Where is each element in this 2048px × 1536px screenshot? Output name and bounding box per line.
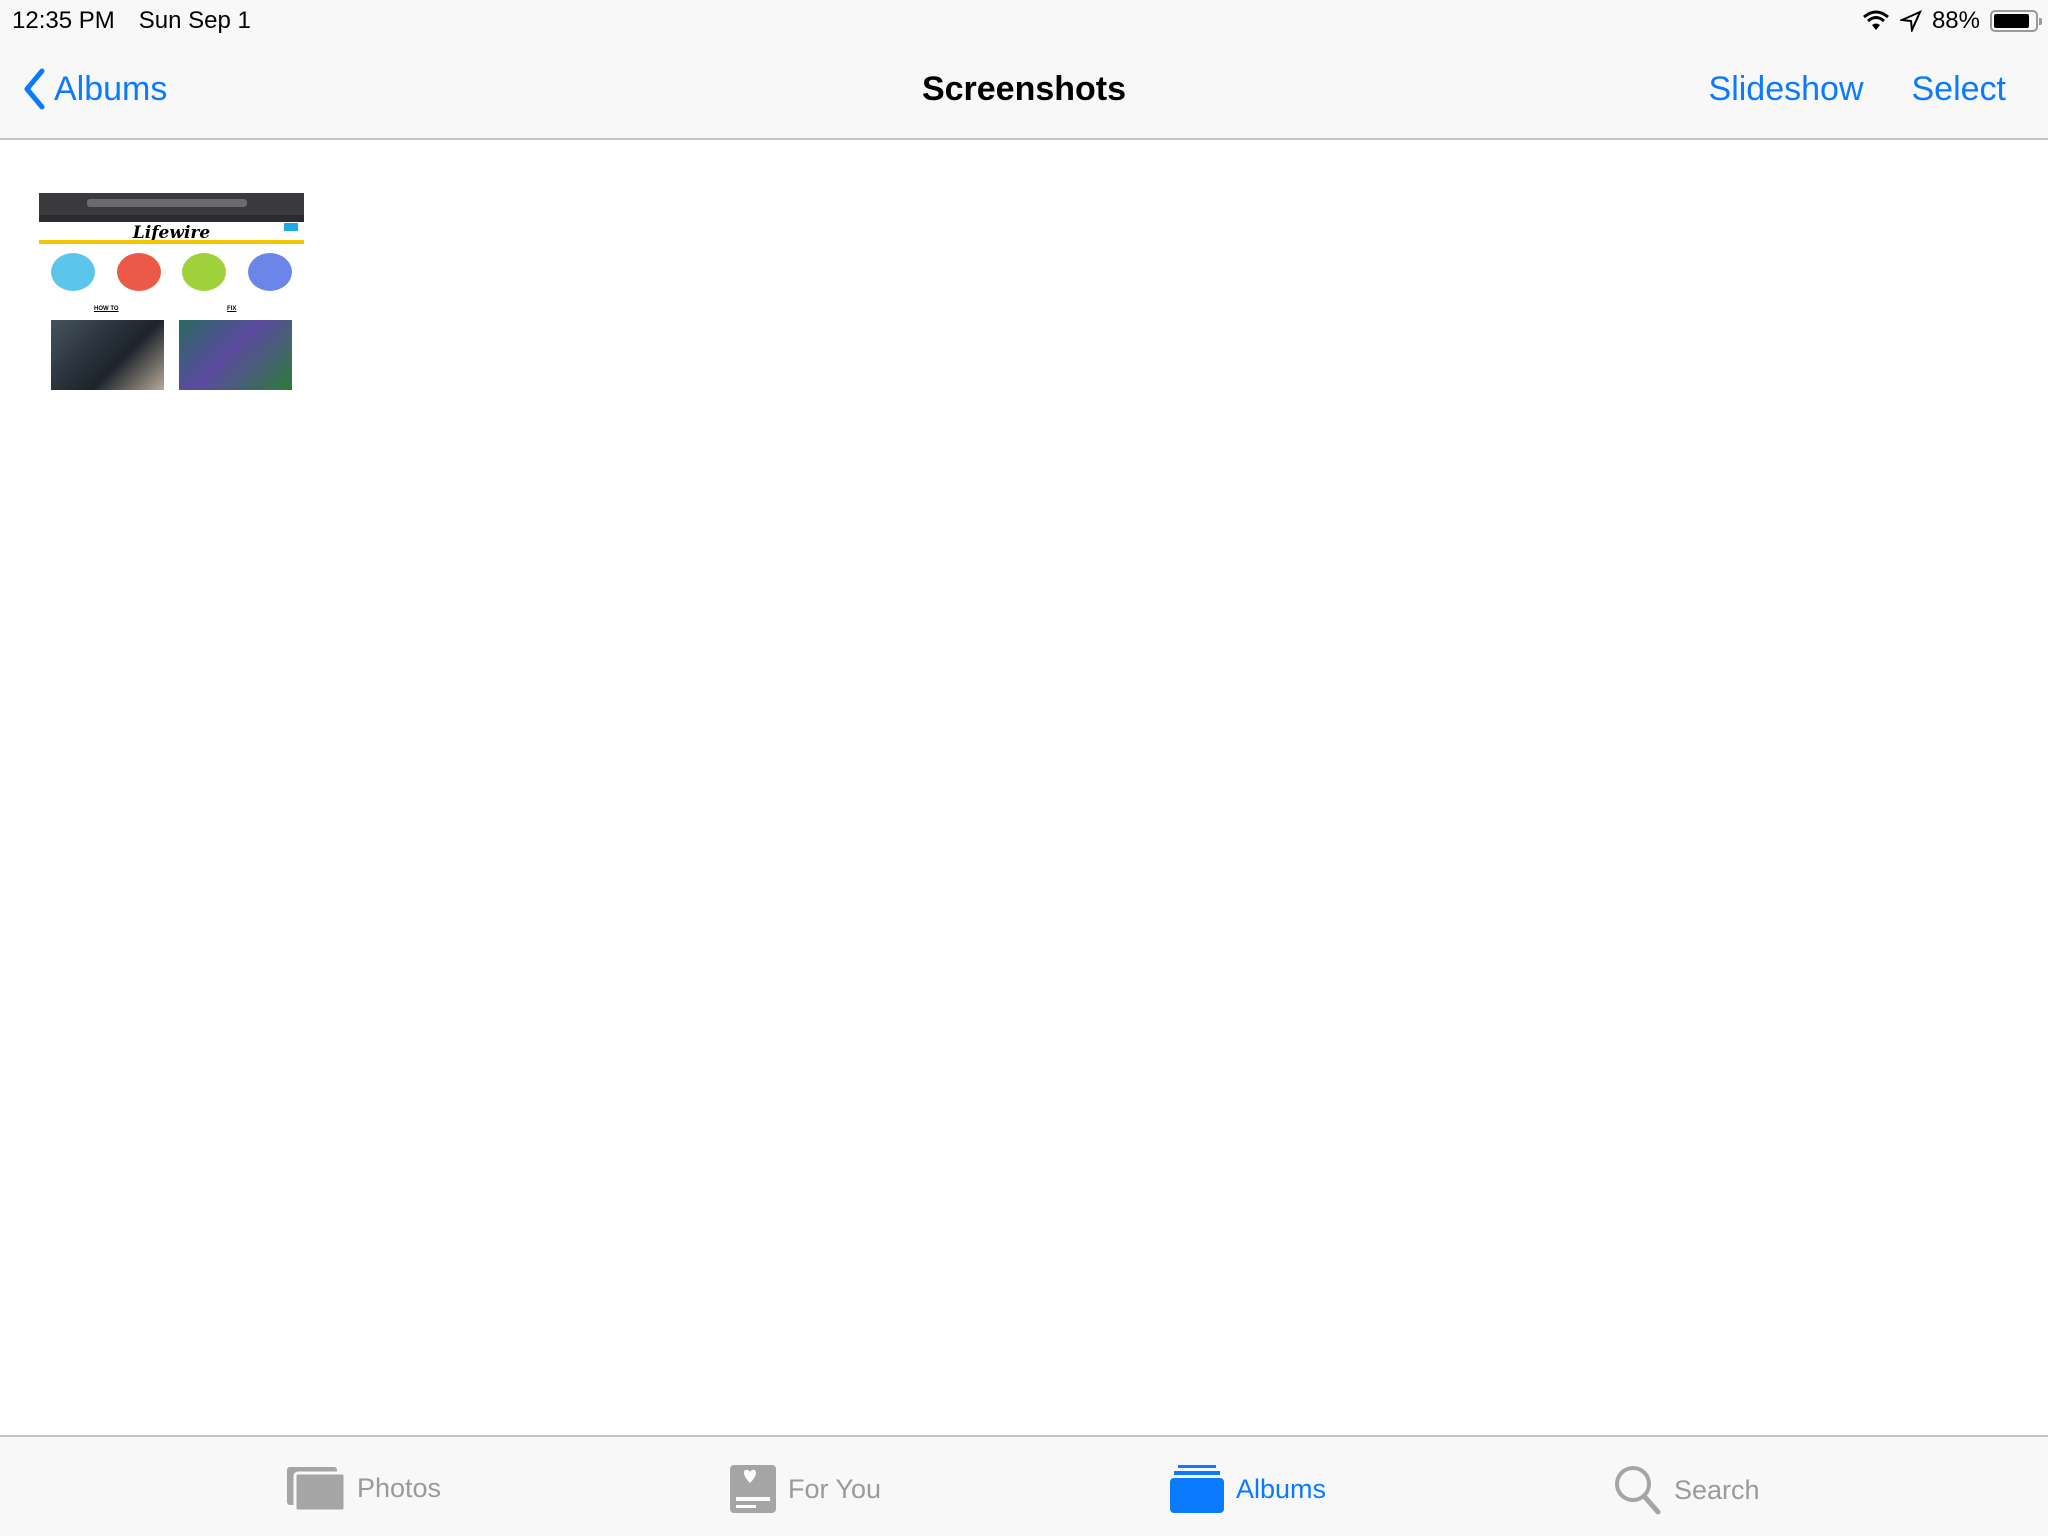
thumb-photos — [51, 320, 292, 390]
slideshow-button[interactable]: Slideshow — [1709, 70, 1864, 109]
select-button[interactable]: Select — [1912, 70, 2007, 109]
status-bar: 12:35 PM Sun Sep 1 88% — [12, 6, 2042, 36]
battery-percent: 88% — [1931, 7, 1980, 34]
tab-bar: Photos For You Albums Search — [0, 1435, 2048, 1536]
thumb-illustrations — [51, 253, 292, 291]
albums-icon — [1170, 1465, 1224, 1513]
photo-grid: Lifewire HOW TO FIX — [39, 193, 304, 390]
back-label: Albums — [54, 69, 168, 108]
location-icon — [1899, 10, 1922, 32]
chevron-left-icon — [24, 68, 45, 110]
for-you-icon — [730, 1465, 776, 1513]
wifi-icon — [1862, 10, 1889, 30]
thumb-photo-game — [179, 320, 292, 390]
thumb-label: FIX — [227, 306, 237, 312]
thumb-illustration — [182, 253, 227, 291]
photos-icon — [287, 1467, 345, 1511]
thumb-label: HOW TO — [94, 306, 119, 312]
tab-label: Albums — [1236, 1473, 1327, 1504]
thumb-illustration — [116, 253, 161, 291]
tab-photos[interactable]: Photos — [287, 1465, 441, 1511]
tab-for-you[interactable]: For You — [730, 1465, 881, 1513]
status-date: Sun Sep 1 — [138, 7, 251, 34]
photo-thumbnail[interactable]: Lifewire HOW TO FIX — [39, 193, 304, 390]
battery-icon — [1990, 10, 2042, 32]
tab-label: Photos — [357, 1472, 442, 1503]
thumb-yellow-bar — [39, 240, 304, 244]
back-button[interactable]: Albums — [22, 68, 167, 110]
thumb-browser-bar — [39, 193, 304, 215]
search-icon — [1615, 1466, 1661, 1515]
status-time: 12:35 PM — [12, 7, 115, 34]
top-bar: 12:35 PM Sun Sep 1 88% Albums Screenshot… — [0, 0, 2048, 140]
thumb-bookmarks — [39, 215, 304, 222]
thumb-photo-laptop — [51, 320, 164, 390]
tab-label: For You — [788, 1473, 882, 1504]
thumb-url-bar — [87, 199, 247, 207]
tab-search[interactable]: Search — [1614, 1465, 1760, 1515]
thumb-illustration — [51, 253, 95, 291]
navigation-bar: Albums Screenshots Slideshow Select — [0, 60, 2048, 120]
tab-label: Search — [1674, 1474, 1760, 1505]
tab-albums[interactable]: Albums — [1170, 1465, 1326, 1513]
thumb-illustration — [247, 253, 292, 291]
thumb-go-button — [284, 223, 298, 231]
